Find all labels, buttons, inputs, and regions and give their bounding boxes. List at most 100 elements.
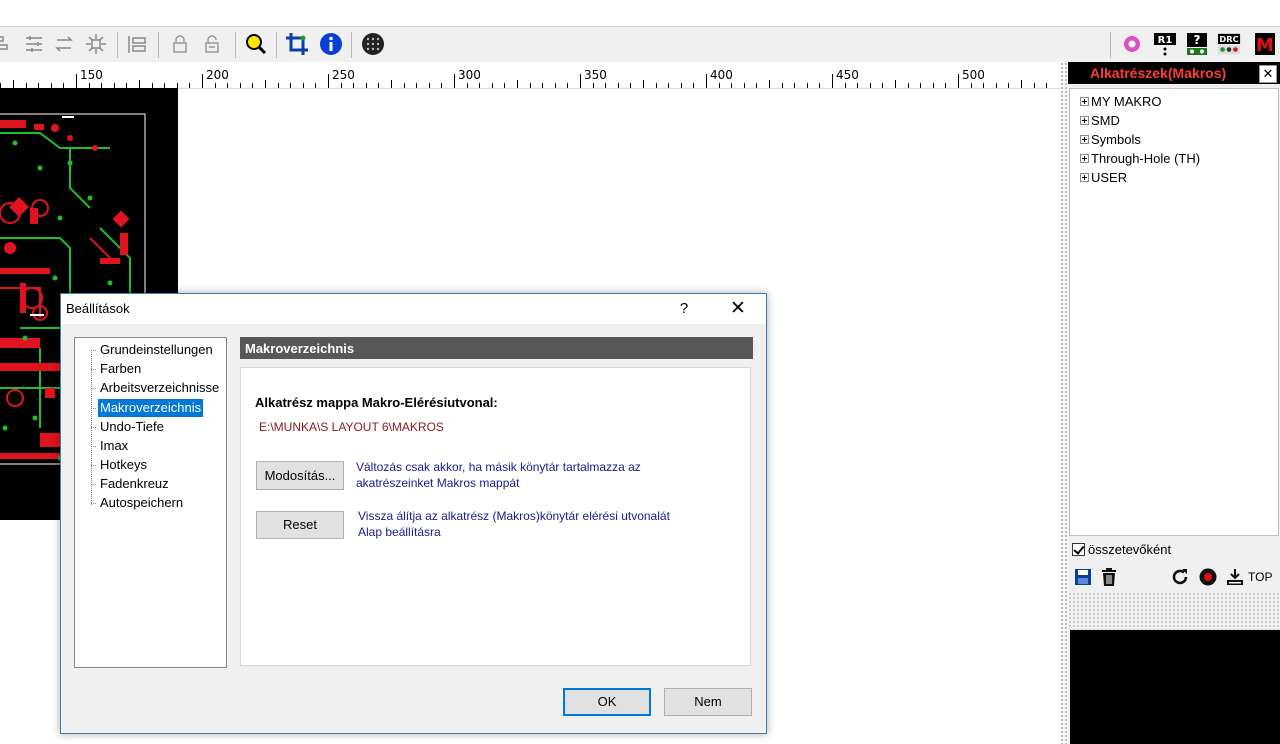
nav-item-label: Arbeitsverzeichnisse xyxy=(100,380,220,395)
ruler-label: 150 xyxy=(80,68,103,82)
ruler-tick xyxy=(882,83,884,88)
dialog-title: Beállítások xyxy=(66,301,130,316)
path-label: Alkatrész mappa Makro-Elérésiutvonal: xyxy=(255,395,498,410)
drc-icon[interactable]: DRC xyxy=(1217,32,1241,56)
ruler-tick xyxy=(869,83,871,88)
parts-panel-title: Alkatrészek(Makros) xyxy=(1090,65,1227,81)
tree-item[interactable]: Symbols xyxy=(1080,130,1141,148)
grid-icon[interactable] xyxy=(361,32,385,56)
ruler-tick xyxy=(227,83,229,88)
tree-item-label: SMD xyxy=(1091,112,1120,128)
tree-item[interactable]: Through-Hole (TH) xyxy=(1080,149,1200,167)
nav-item-autospeichern[interactable]: Autospeichern xyxy=(91,494,185,512)
panel-splitter[interactable] xyxy=(1060,62,1068,744)
ruler-tick xyxy=(277,83,279,88)
macro-icon[interactable]: M xyxy=(1253,32,1277,56)
expand-icon[interactable] xyxy=(1080,153,1089,163)
help-button[interactable]: ? xyxy=(673,298,695,320)
nav-item-farben[interactable]: Farben xyxy=(91,360,143,378)
align-icon[interactable] xyxy=(0,32,16,56)
modify-description: Változás csak akkor, ha másik könytár ta… xyxy=(356,459,641,491)
nav-item-label: Fadenkreuz xyxy=(100,476,169,491)
ruler-tick xyxy=(378,83,380,88)
nav-item-hotkeys[interactable]: Hotkeys xyxy=(91,456,149,474)
nav-item-grundeinstellungen[interactable]: Grundeinstellungen xyxy=(91,341,215,359)
expand-icon[interactable] xyxy=(1080,96,1089,106)
ruler-tick xyxy=(252,83,254,88)
nav-item-label: Imax xyxy=(100,438,129,453)
expand-icon[interactable] xyxy=(1080,115,1089,125)
expand-icon[interactable] xyxy=(1080,172,1089,182)
ruler-label: 500 xyxy=(962,68,985,82)
zoom-icon[interactable] xyxy=(244,32,268,56)
nav-item-fadenkreuz[interactable]: Fadenkreuz xyxy=(91,475,171,493)
panel-close-button[interactable]: ✕ xyxy=(1259,65,1277,83)
close-button[interactable]: ✕ xyxy=(725,298,751,320)
ruler-tick xyxy=(491,83,493,88)
cancel-button[interactable]: Nem xyxy=(664,688,752,716)
ok-button[interactable]: OK xyxy=(563,688,651,716)
expand-icon[interactable] xyxy=(1080,134,1089,144)
ruler-tick xyxy=(567,83,569,88)
ruler-tick xyxy=(1008,83,1010,88)
unlock-icon[interactable] xyxy=(200,32,224,56)
as-component-checkbox-row[interactable]: összetevőként xyxy=(1072,542,1171,557)
settings-dialog: Beállítások ? ✕ Grundeinstellungen Farbe… xyxy=(60,293,767,734)
help-icon[interactable]: ? xyxy=(1185,32,1209,56)
ruler-tick xyxy=(756,83,758,88)
record-icon[interactable] xyxy=(1198,567,1218,587)
ruler-tick xyxy=(1046,83,1048,88)
ruler-tick xyxy=(1033,83,1035,88)
ruler-tick xyxy=(315,83,317,88)
nav-item-undo-tiefe[interactable]: Undo-Tiefe xyxy=(91,418,166,436)
place-top-icon[interactable] xyxy=(1224,567,1246,587)
explode-icon[interactable] xyxy=(84,32,108,56)
as-component-label: összetevőként xyxy=(1088,542,1172,557)
properties-icon[interactable] xyxy=(126,32,150,56)
nav-item-arbeitsverzeichnisse[interactable]: Arbeitsverzeichnisse xyxy=(91,379,221,397)
trash-icon[interactable] xyxy=(1099,567,1119,587)
lock-icon[interactable] xyxy=(168,32,192,56)
tree-item[interactable]: MY MAKRO xyxy=(1080,92,1162,110)
ruler-tick xyxy=(932,83,934,88)
r1-label: R1 xyxy=(1158,35,1173,46)
panel-splitter[interactable] xyxy=(1068,592,1280,630)
tree-item-label: Through-Hole (TH) xyxy=(1091,150,1201,166)
section-title: Makroverzeichnis xyxy=(245,341,355,356)
ruler-tick xyxy=(202,74,203,88)
reset-button[interactable]: Reset xyxy=(256,511,344,539)
r1-icon[interactable]: R1 xyxy=(1153,32,1177,56)
ruler-tick xyxy=(529,83,531,88)
tree-item[interactable]: SMD xyxy=(1080,111,1120,129)
ruler-tick xyxy=(428,83,430,88)
parts-panel: Alkatrészek(Makros) ✕ MY MAKRO SMD Symbo… xyxy=(1068,62,1280,744)
ruler-tick xyxy=(139,80,140,88)
ruler-label: 400 xyxy=(710,68,733,82)
main-toolbar: R1 ? DRC M xyxy=(0,26,1280,64)
reset-desc-line: Vissza álítja az alkatrész (Makros)könyt… xyxy=(358,509,670,523)
top-layer-label[interactable]: TOP xyxy=(1248,567,1272,587)
tree-item[interactable]: USER xyxy=(1080,168,1127,186)
nav-item-makroverzeichnis[interactable]: Makroverzeichnis xyxy=(91,399,204,417)
nav-item-imax[interactable]: Imax xyxy=(91,437,130,455)
drc-label: DRC xyxy=(1219,34,1238,44)
ruler-label: 200 xyxy=(206,68,229,82)
svg-text:?: ? xyxy=(1194,33,1201,47)
ruler-tick xyxy=(479,83,481,88)
save-icon[interactable] xyxy=(1073,567,1093,587)
modify-button[interactable]: Modosítás... xyxy=(256,461,344,490)
nav-item-label: Autospeichern xyxy=(100,495,184,510)
crop-icon[interactable] xyxy=(285,32,309,56)
modify-desc-line: akatrészeinket Makros mappát xyxy=(356,476,520,490)
pad-icon[interactable] xyxy=(1120,32,1144,56)
panel-toolbar: TOP xyxy=(1068,564,1280,590)
as-component-checkbox[interactable] xyxy=(1072,543,1085,556)
info-icon[interactable] xyxy=(319,32,343,56)
ruler-tick xyxy=(643,80,644,88)
ruler-tick xyxy=(605,83,607,88)
rotate-icon[interactable] xyxy=(52,32,76,56)
refresh-icon[interactable] xyxy=(1170,567,1190,587)
reset-desc-line: Alap beállításra xyxy=(358,525,441,539)
ruler-tick xyxy=(844,83,846,88)
align-icon[interactable] xyxy=(22,32,46,56)
